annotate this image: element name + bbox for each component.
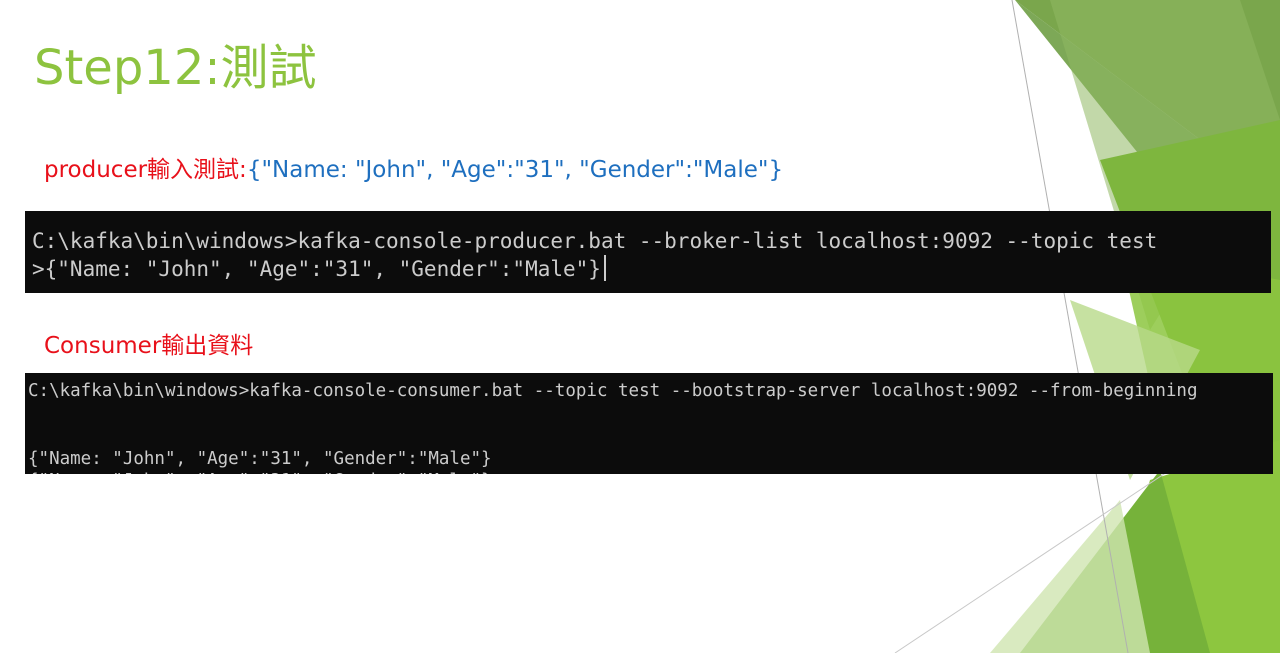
producer-caption: producer輸入測試:{"Name: "John", "Age":"31",…	[44, 150, 783, 184]
consumer-caption: Consumer輸出資料	[44, 326, 253, 360]
producer-command-line: C:\kafka\bin\windows>kafka-console-produ…	[32, 229, 1158, 253]
producer-caption-label: producer輸入測試:	[44, 157, 247, 183]
producer-caption-json: {"Name: "John", "Age":"31", "Gender":"Ma…	[246, 157, 784, 183]
producer-input-text: >{"Name: "John", "Age":"31", "Gender":"M…	[32, 257, 601, 281]
clipped-output-line: {"Name: "John", "Age":"31", "Gender":"Ma…	[28, 469, 518, 474]
consumer-caption-label: Consumer輸出資料	[44, 333, 254, 359]
producer-terminal: C:\kafka\bin\windows>kafka-console-produ…	[25, 211, 1271, 293]
slide-title: Step12:測試	[34, 40, 317, 96]
consumer-output-line: {"Name: "John", "Age":"31", "Gender":"Ma…	[28, 449, 492, 469]
text-cursor	[603, 255, 606, 281]
clipped-output-text: {"Name: "John", "Age":"31", "Gender":"Ma…	[28, 469, 518, 474]
producer-input-line[interactable]: >{"Name: "John", "Age":"31", "Gender":"M…	[32, 255, 606, 283]
consumer-command-line: C:\kafka\bin\windows>kafka-console-consu…	[28, 381, 1198, 401]
consumer-terminal: C:\kafka\bin\windows>kafka-console-consu…	[25, 373, 1273, 474]
